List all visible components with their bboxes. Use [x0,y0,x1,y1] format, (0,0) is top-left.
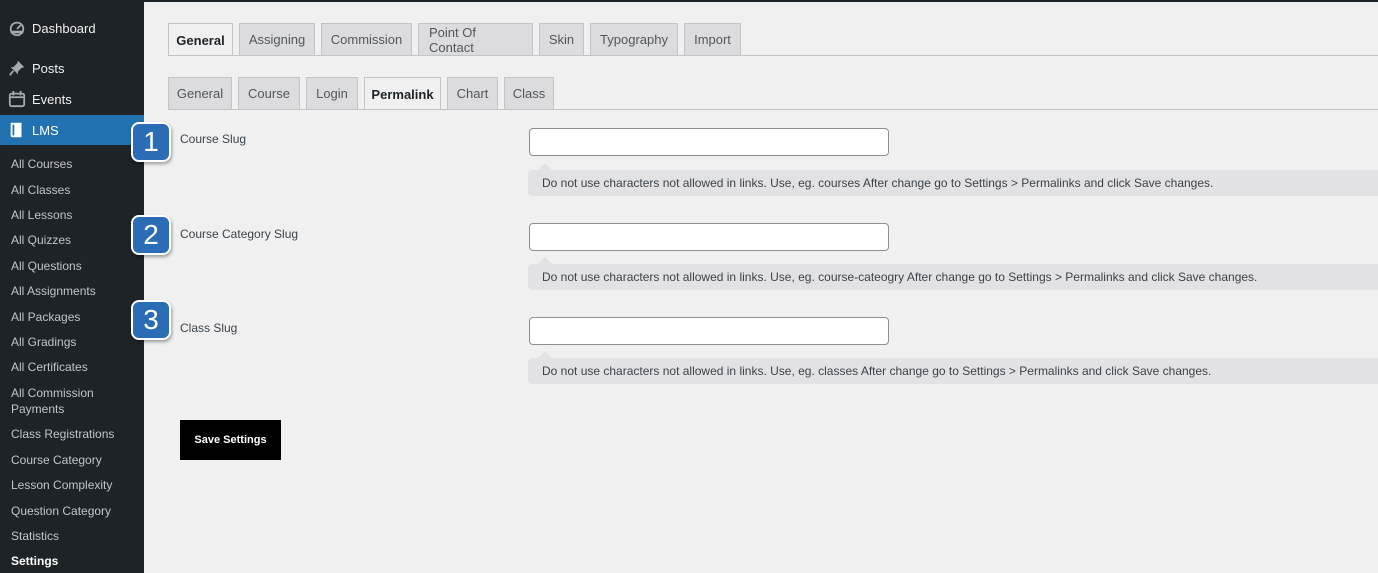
menu-posts[interactable]: Posts [0,53,144,83]
admin-sidebar: Dashboard Posts Events LMS All Courses A… [0,0,144,573]
class-slug-label: Class Slug [180,321,238,335]
menu-events[interactable]: Events [0,84,144,114]
submenu-all-quizzes[interactable]: All Quizzes [11,232,139,248]
sub-tabs: General Course Login Permalink Chart Cla… [168,77,554,110]
class-slug-help: Do not use characters not allowed in lin… [528,351,1378,384]
step-badge-1: 1 [131,122,171,162]
subtab-login[interactable]: Login [306,77,358,109]
submenu-question-category[interactable]: Question Category [11,503,139,519]
tab-typography[interactable]: Typography [590,23,678,55]
submenu-class-registrations[interactable]: Class Registrations [11,426,139,442]
subtab-class[interactable]: Class [504,77,554,109]
course-slug-help: Do not use characters not allowed in lin… [528,163,1378,196]
course-category-slug-input[interactable] [529,223,889,251]
main-tabs: General Assigning Commission Point Of Co… [168,23,741,56]
tab-commission[interactable]: Commission [321,23,412,55]
class-slug-input[interactable] [529,317,889,345]
pin-icon [9,60,25,76]
menu-lms-label: LMS [32,122,59,138]
step-badge-2: 2 [131,215,171,255]
submenu-all-lessons[interactable]: All Lessons [11,207,139,223]
course-slug-label: Course Slug [180,132,247,146]
menu-dashboard[interactable]: Dashboard [0,13,144,43]
menu-lms[interactable]: LMS [0,115,144,145]
calendar-icon [8,90,26,108]
submenu-course-category[interactable]: Course Category [11,452,139,468]
course-slug-input[interactable] [529,128,889,156]
course-category-slug-help: Do not use characters not allowed in lin… [528,257,1378,290]
tab-point-of-contact[interactable]: Point Of Contact [418,23,533,55]
submenu-all-assignments[interactable]: All Assignments [11,283,139,299]
course-category-slug-label: Course Category Slug [180,227,299,241]
admin-topbar-edge [144,0,1378,2]
submenu-all-classes[interactable]: All Classes [11,182,139,198]
submenu-all-gradings[interactable]: All Gradings [11,334,139,350]
tab-general[interactable]: General [168,23,233,56]
save-settings-button[interactable]: Save Settings [180,420,281,460]
submenu-all-commission-payments[interactable]: All Commission Payments [11,385,111,417]
dashboard-icon [9,21,25,37]
submenu-statistics[interactable]: Statistics [11,528,139,544]
submenu-all-questions[interactable]: All Questions [11,258,139,274]
submenu-lesson-complexity[interactable]: Lesson Complexity [11,477,139,493]
menu-dashboard-label: Dashboard [32,20,96,36]
step-badge-3: 3 [131,300,171,340]
subtab-permalink[interactable]: Permalink [364,77,441,110]
menu-events-label: Events [32,91,72,107]
subtab-general[interactable]: General [168,77,232,109]
tab-skin[interactable]: Skin [539,23,584,55]
subtab-chart[interactable]: Chart [447,77,498,109]
book-icon [10,122,22,138]
menu-posts-label: Posts [32,60,65,76]
tab-assigning[interactable]: Assigning [239,23,315,55]
subtab-course[interactable]: Course [238,77,300,109]
submenu-settings[interactable]: Settings [11,553,139,569]
sub-tabs-divider [168,109,1378,110]
main-tabs-divider [168,55,1378,56]
submenu-all-packages[interactable]: All Packages [11,309,139,325]
submenu-all-courses[interactable]: All Courses [11,156,139,172]
tab-import[interactable]: Import [684,23,741,55]
submenu-all-certificates[interactable]: All Certificates [11,359,139,375]
